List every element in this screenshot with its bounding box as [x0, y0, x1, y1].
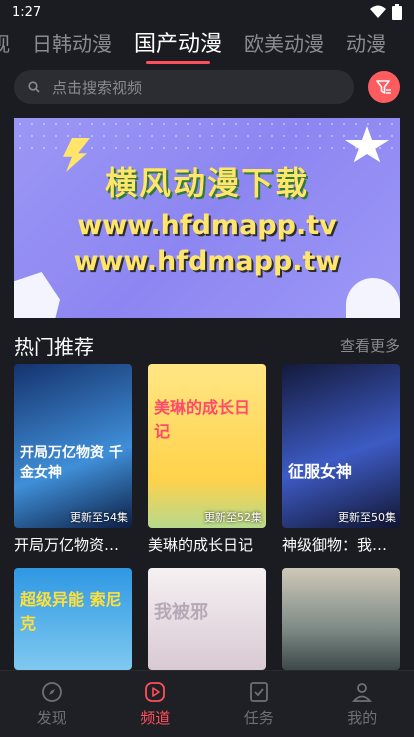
poster-text: 超级异能 索尼克 — [20, 590, 122, 633]
section-header: 热门推荐 查看更多 — [14, 330, 400, 360]
banner-mascot-right — [346, 278, 400, 318]
nav-discover[interactable]: 发现 — [12, 681, 92, 728]
wifi-icon — [370, 5, 386, 18]
nav-discover-label: 发现 — [36, 708, 67, 727]
compass-icon — [41, 681, 62, 702]
battery-icon — [392, 4, 402, 20]
poster-text: 征服女神 — [288, 462, 353, 481]
tab-partial-right[interactable]: 动漫 — [346, 24, 386, 57]
poster-text: 开局万亿物资 千金女神 — [20, 445, 123, 481]
video-poster: 超级异能 索尼克 — [14, 568, 132, 670]
banner-url-2: www.hfdmapp.tw — [73, 246, 341, 277]
video-card[interactable]: 我被邪 — [148, 568, 266, 670]
banner-url-1: www.hfdmapp.tv — [77, 210, 337, 241]
section-title: 热门推荐 — [14, 334, 94, 359]
nav-channel-label: 频道 — [140, 708, 171, 727]
poster-text: 美琳的成长日记 — [154, 398, 251, 441]
bottom-nav: 发现 频道 任务 我的 — [0, 670, 414, 737]
banner-mascot-left — [14, 272, 60, 318]
nav-profile[interactable]: 我的 — [322, 681, 402, 728]
episode-badge: 更新至52集 — [204, 511, 262, 524]
nav-tasks[interactable]: 任务 — [219, 681, 299, 728]
status-time: 1:27 — [12, 4, 42, 20]
search-placeholder: 点击搜索视频 — [52, 78, 143, 97]
play-icon — [145, 681, 166, 702]
tab-domestic-anime[interactable]: 国产动漫 — [134, 24, 222, 64]
promo-banner[interactable]: 横风动漫下载 www.hfdmapp.tv www.hfdmapp.tw — [14, 118, 400, 318]
video-poster: 征服女神 更新至50集 — [282, 364, 400, 528]
filter-button[interactable] — [368, 71, 400, 103]
search-input[interactable]: 点击搜索视频 — [14, 70, 354, 104]
poster-text: 我被邪 — [154, 602, 208, 623]
see-more-link[interactable]: 查看更多 — [340, 335, 400, 356]
video-poster — [282, 568, 400, 670]
banner-title: 横风动漫下载 — [104, 164, 309, 202]
video-poster: 开局万亿物资 千金女神 更新至54集 — [14, 364, 132, 528]
video-title: 神级御物：我的女神... — [282, 536, 400, 554]
video-title: 美琳的成长日记 — [148, 536, 254, 554]
episode-badge: 更新至50集 — [338, 511, 396, 524]
video-card[interactable]: 征服女神 更新至50集 神级御物：我的女神... — [282, 364, 400, 555]
search-row: 点击搜索视频 — [14, 70, 402, 104]
category-tabs: 视 日韩动漫 国产动漫 欧美动漫 动漫 — [0, 24, 414, 64]
status-icons — [370, 4, 402, 20]
tab-partial-left[interactable]: 视 — [0, 24, 10, 57]
search-icon — [28, 81, 40, 93]
nav-tasks-label: 任务 — [243, 708, 274, 727]
video-title: 开局万亿物资：千金女神都想... — [14, 536, 132, 554]
episode-badge: 更新至54集 — [70, 511, 128, 524]
video-card[interactable]: 开局万亿物资 千金女神 更新至54集 开局万亿物资：千金女神都想... — [14, 364, 132, 555]
video-card[interactable]: 超级异能 索尼克 — [14, 568, 132, 670]
tab-western-anime[interactable]: 欧美动漫 — [244, 24, 324, 57]
video-card[interactable] — [282, 568, 400, 670]
filter-icon — [376, 80, 391, 94]
nav-profile-label: 我的 — [347, 708, 378, 727]
video-poster: 我被邪 — [148, 568, 266, 670]
video-card[interactable]: 美琳的成长日记 更新至52集 美琳的成长日记 — [148, 364, 266, 555]
video-poster: 美琳的成长日记 更新至52集 — [148, 364, 266, 528]
status-bar: 1:27 — [0, 0, 414, 24]
tab-japan-korea-anime[interactable]: 日韩动漫 — [32, 24, 112, 57]
checklist-icon — [249, 681, 268, 702]
person-icon — [352, 682, 373, 702]
nav-channel[interactable]: 频道 — [115, 681, 195, 728]
